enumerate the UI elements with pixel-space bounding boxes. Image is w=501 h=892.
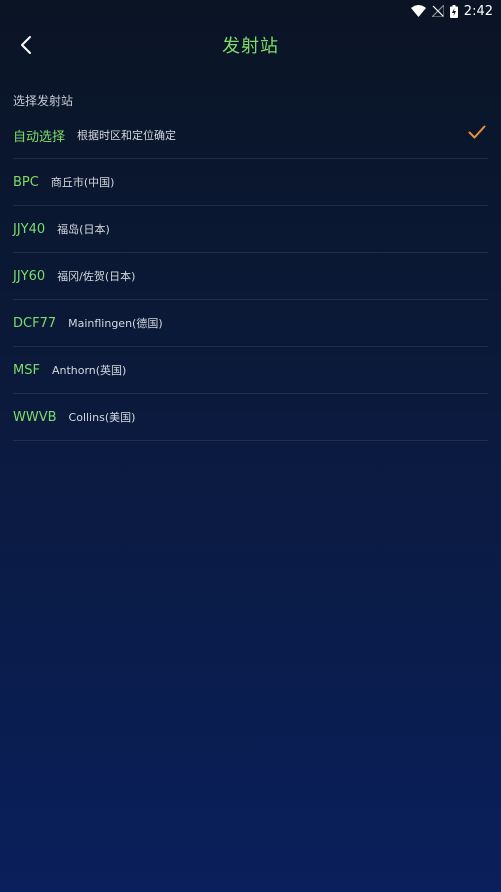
station-code: 自动选择 — [13, 129, 66, 145]
app-bar: 发射站 — [0, 22, 501, 68]
station-row[interactable]: 自动选择 根据时区和定位确定 — [13, 112, 488, 159]
station-row[interactable]: JJY40 福岛(日本) — [13, 206, 488, 253]
status-bar: 2:42 — [0, 0, 501, 22]
station-code: WWVB — [13, 409, 57, 425]
station-description: Anthorn(英国) — [51, 364, 127, 377]
station-code: DCF77 — [13, 315, 57, 331]
station-description: Mainflingen(德国) — [68, 317, 163, 330]
station-row[interactable]: BPC 商丘市(中国) — [13, 159, 488, 206]
station-description: Collins(美国) — [68, 411, 136, 424]
station-code: MSF — [13, 362, 40, 378]
page-title: 发射站 — [222, 36, 279, 57]
station-description: 商丘市(中国) — [50, 176, 115, 189]
battery-charging-icon — [449, 4, 458, 18]
wifi-icon — [410, 5, 426, 17]
station-description: 福冈/佐贺(日本) — [57, 270, 136, 283]
station-row[interactable]: MSF Anthorn(英国) — [13, 347, 488, 394]
station-code: BPC — [13, 174, 39, 190]
station-code: JJY60 — [13, 268, 46, 284]
station-code: JJY40 — [13, 221, 46, 237]
section-label: 选择发射站 — [13, 94, 74, 108]
chevron-left-icon — [21, 36, 31, 54]
check-icon — [468, 124, 486, 143]
station-description: 根据时区和定位确定 — [77, 129, 177, 142]
back-button[interactable] — [12, 30, 40, 60]
status-time: 2:42 — [463, 3, 493, 19]
station-row[interactable]: WWVB Collins(美国) — [13, 394, 488, 441]
station-row[interactable]: JJY60 福冈/佐贺(日本) — [13, 253, 488, 300]
station-list: 自动选择 根据时区和定位确定 BPC 商丘市(中国) JJY40 福岛(日本) JJY60 福… — [13, 112, 488, 441]
station-row[interactable]: DCF77 Mainflingen(德国) — [13, 300, 488, 347]
station-description: 福岛(日本) — [57, 223, 110, 236]
no-signal-icon — [431, 5, 444, 17]
